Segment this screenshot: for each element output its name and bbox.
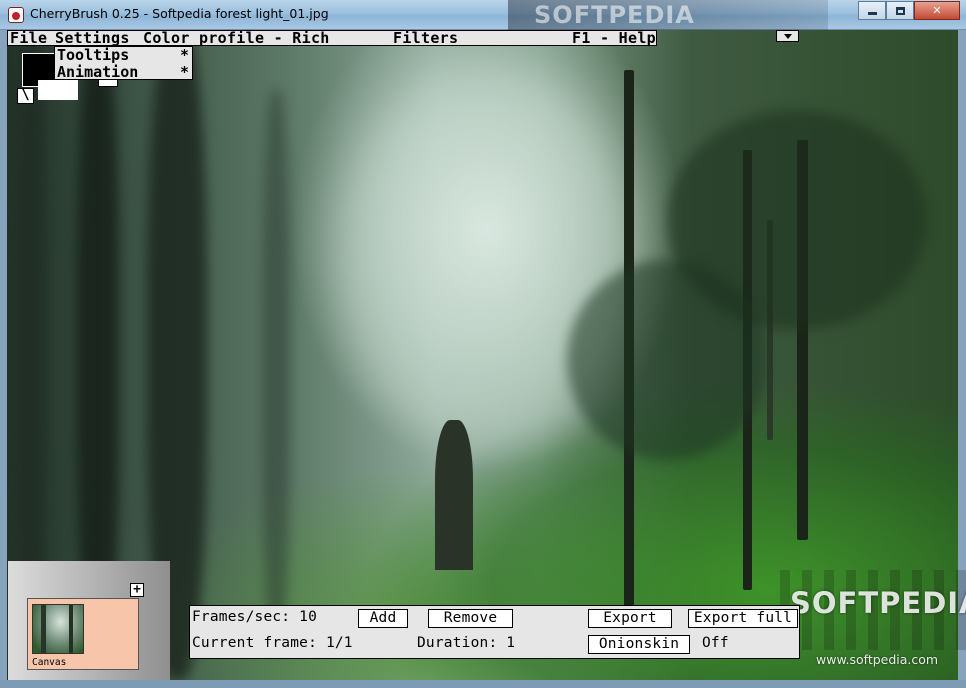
window-title: CherryBrush 0.25 - Softpedia forest ligh… — [30, 6, 329, 21]
remove-frame-button[interactable]: Remove — [428, 609, 513, 628]
layer-thumbnail[interactable] — [32, 604, 84, 654]
background-color-swatch[interactable] — [38, 80, 78, 100]
menu-bar: File Settings Color profile - Rich Filte… — [7, 30, 657, 46]
minimize-button[interactable] — [858, 1, 886, 20]
tree-trunk — [262, 90, 290, 650]
check-mark-icon: * — [179, 63, 189, 81]
close-icon: ✕ — [932, 4, 942, 17]
window-controls: ✕ — [858, 1, 960, 21]
add-layer-button[interactable]: + — [130, 583, 144, 597]
menu-help[interactable]: F1 - Help — [572, 30, 656, 46]
menu-color-profile[interactable]: Color profile - Rich — [143, 30, 330, 46]
minimize-icon — [867, 12, 877, 15]
maximize-icon — [895, 6, 905, 15]
titlebar-watermark: SOFTPEDIA — [508, 0, 828, 30]
animation-panel: Frames/sec: 10 Add Remove Export Export … — [189, 605, 800, 659]
menu-settings[interactable]: Settings — [55, 30, 130, 46]
settings-dropdown: Tooltips * Animation * — [54, 46, 193, 80]
maximize-button[interactable] — [886, 1, 914, 20]
onionskin-button[interactable]: Onionskin — [588, 635, 690, 654]
fps-label: Frames/sec: 10 — [192, 609, 318, 625]
settings-item-animation[interactable]: Animation * — [57, 64, 191, 80]
settings-item-label: Tooltips — [57, 46, 130, 64]
settings-item-tooltips[interactable]: Tooltips * — [57, 47, 191, 63]
current-frame-label: Current frame: 1/1 — [192, 635, 353, 651]
chevron-down-icon[interactable] — [776, 30, 799, 42]
layer-label: Canvas — [32, 657, 67, 668]
menu-file[interactable]: File — [10, 30, 47, 46]
tree-foliage — [667, 110, 927, 330]
window-frame-bottom — [0, 680, 966, 688]
close-button[interactable]: ✕ — [914, 1, 960, 20]
window-frame-left — [0, 30, 7, 680]
settings-item-label: Animation — [57, 63, 139, 81]
brush-tool-button[interactable]: \ — [17, 88, 34, 104]
onionskin-state: Off — [702, 635, 729, 651]
title-bar: CherryBrush 0.25 - Softpedia forest ligh… — [0, 0, 966, 30]
softpedia-logo: SOFTPEDIA — [790, 586, 966, 620]
duration-label: Duration: 1 — [417, 635, 516, 651]
app-icon[interactable] — [8, 7, 24, 23]
add-frame-button[interactable]: Add — [358, 609, 408, 628]
menu-filters[interactable]: Filters — [393, 30, 458, 46]
export-full-button[interactable]: Export full — [688, 609, 798, 628]
export-button[interactable]: Export — [588, 609, 672, 628]
tree-stump — [435, 420, 473, 570]
softpedia-url: www.softpedia.com — [816, 652, 939, 667]
check-mark-icon: * — [179, 46, 189, 64]
